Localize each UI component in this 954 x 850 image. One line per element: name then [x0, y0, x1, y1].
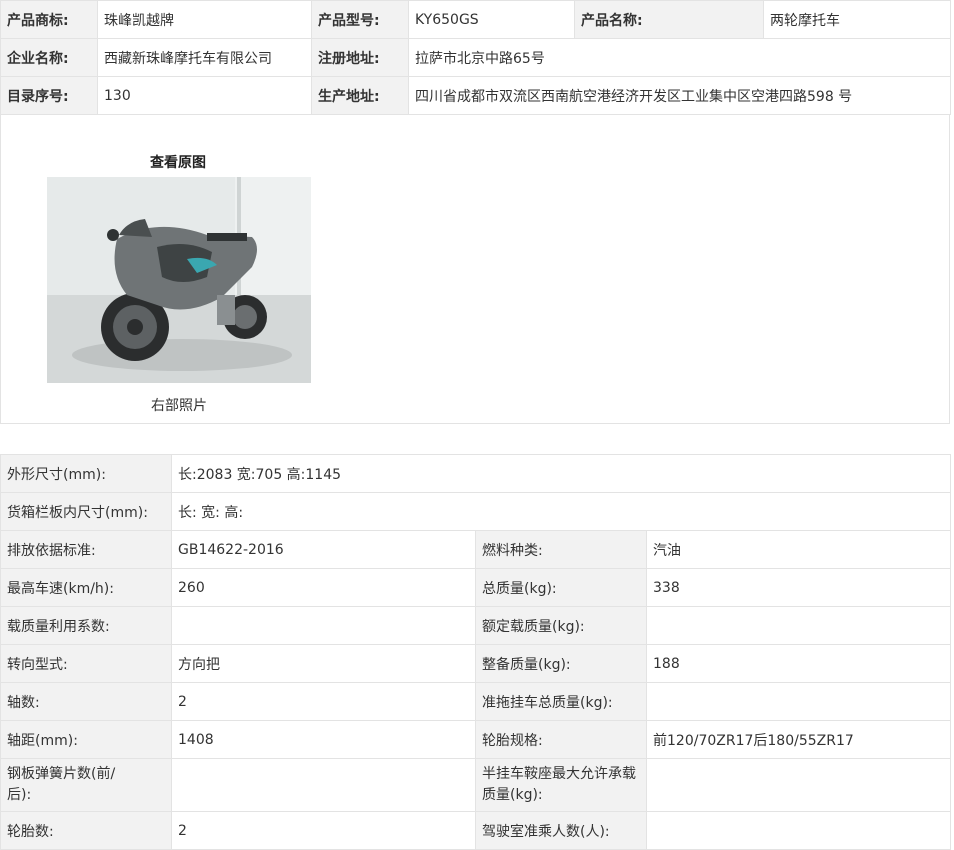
- tire-spec-label: 轮胎规格:: [475, 720, 647, 759]
- cargo-dimensions-label: 货箱栏板内尺寸(mm):: [0, 492, 172, 531]
- steering-type-value: 方向把: [171, 644, 476, 683]
- leaf-spring-value: [171, 758, 476, 812]
- spec-row: 外形尺寸(mm): 长:2083 宽:705 高:1145: [0, 454, 952, 493]
- leaf-spring-label: 钢板弹簧片数(前/后):: [0, 758, 172, 812]
- total-mass-value: 338: [645, 568, 952, 607]
- load-coefficient-value: [171, 606, 476, 645]
- fuel-type-value: 汽油: [645, 530, 952, 569]
- rated-load-value: [645, 606, 952, 645]
- max-speed-value: 260: [171, 568, 476, 607]
- catalog-number-value: 130: [97, 76, 312, 115]
- steering-type-label: 转向型式:: [0, 644, 172, 683]
- model-value: KY650GS: [408, 0, 575, 39]
- product-name-value: 两轮摩托车: [763, 0, 951, 39]
- motorcycle-image: [47, 177, 311, 383]
- product-info-row: 目录序号: 130 生产地址: 四川省成都市双流区西南航空港经济开发区工业集中区…: [0, 76, 951, 115]
- leaf-spring-label-line2: 后):: [7, 787, 32, 803]
- saddle-load-label-line1: 半挂车鞍座最大允许承载: [482, 766, 636, 782]
- max-speed-label: 最高车速(km/h):: [0, 568, 172, 607]
- spec-row: 轮胎数: 2 驾驶室准乘人数(人):: [0, 811, 952, 850]
- spec-row: 最高车速(km/h): 260 总质量(kg): 338: [0, 568, 952, 607]
- rated-load-label: 额定载质量(kg):: [475, 606, 647, 645]
- fuel-type-label: 燃料种类:: [475, 530, 647, 569]
- saddle-load-label-line2: 质量(kg):: [482, 787, 543, 803]
- curb-mass-label: 整备质量(kg):: [475, 644, 647, 683]
- product-info-row: 企业名称: 西藏新珠峰摩托车有限公司 注册地址: 拉萨市北京中路65号: [0, 38, 951, 77]
- photo-caption: 右部照片: [151, 398, 207, 414]
- dimensions-label: 外形尺寸(mm):: [0, 454, 172, 493]
- tire-count-value: 2: [171, 811, 476, 850]
- axles-value: 2: [171, 682, 476, 721]
- tire-count-label: 轮胎数:: [0, 811, 172, 850]
- company-value: 西藏新珠峰摩托车有限公司: [97, 38, 312, 77]
- total-mass-label: 总质量(kg):: [475, 568, 647, 607]
- catalog-number-label: 目录序号:: [0, 76, 98, 115]
- spec-row: 轴数: 2 准拖挂车总质量(kg):: [0, 682, 952, 721]
- wheelbase-value: 1408: [171, 720, 476, 759]
- axles-label: 轴数:: [0, 682, 172, 721]
- production-address-value: 四川省成都市双流区西南航空港经济开发区工业集中区空港四路598 号: [408, 76, 951, 115]
- spec-row: 钢板弹簧片数(前/后): 半挂车鞍座最大允许承载 质量(kg):: [0, 758, 952, 812]
- saddle-load-value: [645, 758, 952, 812]
- trailer-mass-value: [645, 682, 952, 721]
- leaf-spring-label-line1: 钢板弹簧片数(前/: [7, 766, 116, 782]
- spec-row: 转向型式: 方向把 整备质量(kg): 188: [0, 644, 952, 683]
- product-info-row: 产品商标: 珠峰凯越牌 产品型号: KY650GS 产品名称: 两轮摩托车: [0, 0, 951, 39]
- registered-address-label: 注册地址:: [311, 38, 409, 77]
- spec-row: 载质量利用系数: 额定载质量(kg):: [0, 606, 952, 645]
- spec-table: 外形尺寸(mm): 长:2083 宽:705 高:1145 货箱栏板内尺寸(mm…: [0, 454, 952, 850]
- brand-value: 珠峰凯越牌: [97, 0, 312, 39]
- cab-capacity-value: [645, 811, 952, 850]
- load-coefficient-label: 载质量利用系数:: [0, 606, 172, 645]
- emission-standard-label: 排放依据标准:: [0, 530, 172, 569]
- view-original-link[interactable]: 查看原图: [150, 152, 206, 172]
- dimensions-value: 长:2083 宽:705 高:1145: [170, 454, 952, 493]
- saddle-load-label: 半挂车鞍座最大允许承载 质量(kg):: [475, 758, 647, 812]
- cab-capacity-label: 驾驶室准乘人数(人):: [475, 811, 647, 850]
- spec-row: 货箱栏板内尺寸(mm): 长: 宽: 高:: [0, 492, 952, 531]
- spec-row: 轴距(mm): 1408 轮胎规格: 前120/70ZR17后180/55ZR1…: [0, 720, 952, 759]
- motorcycle-photo[interactable]: [47, 177, 311, 383]
- curb-mass-value: 188: [645, 644, 952, 683]
- production-address-label: 生产地址:: [311, 76, 409, 115]
- company-label: 企业名称:: [0, 38, 98, 77]
- brand-label: 产品商标:: [0, 0, 98, 39]
- photo-section: 查看原图 右部照片: [0, 114, 950, 424]
- spec-row: 排放依据标准: GB14622-2016 燃料种类: 汽油: [0, 530, 952, 569]
- cargo-dimensions-value: 长: 宽: 高:: [170, 492, 952, 531]
- product-info-table: 产品商标: 珠峰凯越牌 产品型号: KY650GS 产品名称: 两轮摩托车 企业…: [0, 0, 951, 115]
- product-name-label: 产品名称:: [574, 0, 764, 39]
- tire-spec-value: 前120/70ZR17后180/55ZR17: [645, 720, 952, 759]
- trailer-mass-label: 准拖挂车总质量(kg):: [475, 682, 647, 721]
- emission-standard-value: GB14622-2016: [171, 530, 476, 569]
- model-label: 产品型号:: [311, 0, 409, 39]
- wheelbase-label: 轴距(mm):: [0, 720, 172, 759]
- registered-address-value: 拉萨市北京中路65号: [408, 38, 951, 77]
